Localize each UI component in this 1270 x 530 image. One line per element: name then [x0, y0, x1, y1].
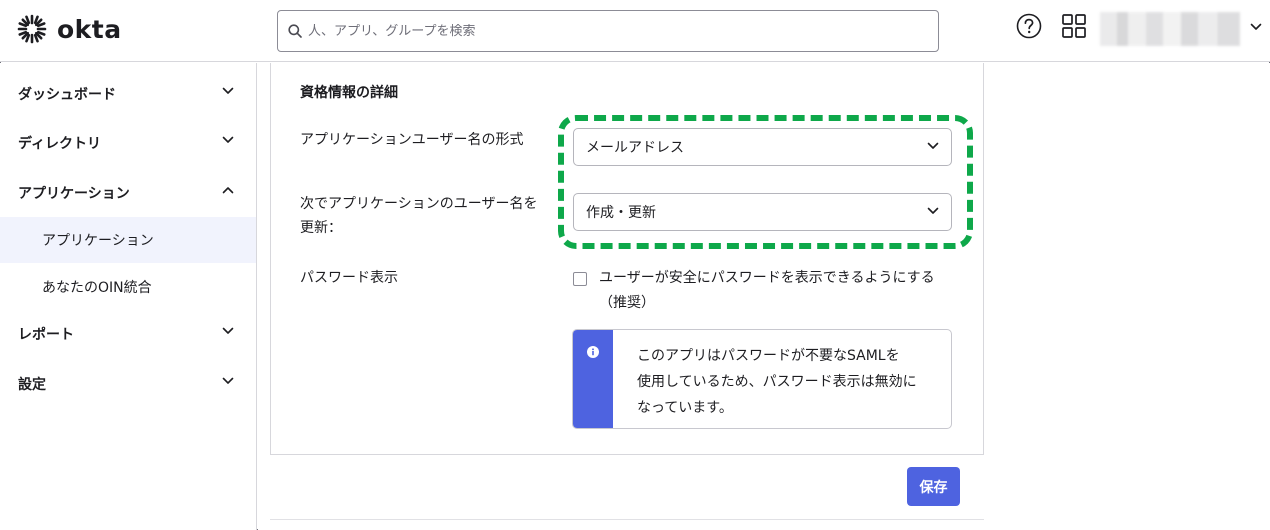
help-icon[interactable]	[1016, 13, 1042, 39]
user-menu-blurred[interactable]	[1100, 12, 1240, 46]
sidebar-item-dashboard[interactable]: ダッシュボード	[0, 71, 256, 117]
save-button[interactable]: 保存	[907, 467, 960, 506]
app-grid-icon[interactable]	[1061, 13, 1087, 39]
search-input[interactable]	[308, 23, 908, 39]
chevron-down-icon	[927, 207, 939, 214]
okta-sunburst-icon	[17, 14, 47, 44]
update-username-label: 次でアプリケーションのユーザー名を 更新：	[300, 192, 537, 240]
password-reveal-checkbox[interactable]	[573, 272, 587, 286]
chevron-down-icon	[222, 327, 234, 334]
info-icon	[587, 346, 599, 358]
search-icon	[288, 24, 302, 38]
divider	[270, 519, 984, 520]
search-box[interactable]	[277, 10, 939, 52]
sidebar-item-reports[interactable]: レポート	[0, 311, 256, 357]
sidebar-subitem-applications[interactable]: アプリケーション	[0, 217, 256, 263]
sidebar-item-label: レポート	[18, 327, 74, 343]
callout-text: このアプリはパスワードが不要なSAMLを 使用しているため、パスワード表示は無効…	[637, 343, 937, 421]
select-value: メールアドレス	[586, 140, 684, 156]
chevron-up-icon	[222, 187, 234, 194]
okta-logo[interactable]: okta	[17, 14, 122, 44]
username-format-select[interactable]: メールアドレス	[573, 128, 952, 166]
callout-line: なっています。	[637, 400, 733, 416]
username-format-label: アプリケーションユーザー名の形式	[300, 132, 524, 148]
info-callout: このアプリはパスワードが不要なSAMLを 使用しているため、パスワード表示は無効…	[572, 329, 952, 429]
label-line: 次でアプリケーションのユーザー名を	[300, 196, 538, 212]
sidebar-item-label: ディレクトリ	[18, 136, 102, 152]
password-reveal-label: パスワード表示	[300, 270, 398, 286]
sidebar-item-label: ダッシュボード	[18, 87, 116, 103]
logo-text: okta	[57, 14, 122, 44]
chevron-down-icon[interactable]	[1250, 23, 1262, 31]
callout-bar	[573, 330, 613, 428]
password-reveal-checkbox-label[interactable]: ユーザーが安全にパスワードを表示できるようにする （推奨）	[599, 266, 949, 316]
label-line: ユーザーが安全にパスワードを表示できるようにする	[599, 270, 935, 286]
callout-line: 使用しているため、パスワード表示は無効に	[637, 374, 917, 390]
update-username-select[interactable]: 作成・更新	[573, 193, 952, 231]
label-line: （推奨）	[599, 295, 655, 311]
sidebar-subitem-oin-integrations[interactable]: あなたのOIN統合	[0, 264, 256, 310]
sidebar-subitem-label: アプリケーション	[42, 233, 154, 249]
sidebar-subitem-label: あなたのOIN統合	[42, 280, 152, 296]
select-value: 作成・更新	[586, 205, 656, 221]
chevron-down-icon	[222, 377, 234, 384]
top-header: okta	[0, 0, 1270, 62]
chevron-down-icon	[222, 136, 234, 143]
sidebar-item-directory[interactable]: ディレクトリ	[0, 120, 256, 166]
chevron-down-icon	[927, 142, 939, 149]
section-title: 資格情報の詳細	[300, 85, 398, 101]
sidebar-item-settings[interactable]: 設定	[0, 361, 256, 407]
label-line: 更新：	[300, 220, 342, 236]
chevron-down-icon	[222, 87, 234, 94]
sidebar-item-label: アプリケーション	[18, 186, 130, 202]
sidebar-item-applications[interactable]: アプリケーション	[0, 170, 256, 216]
sidebar-item-label: 設定	[18, 377, 46, 393]
callout-line: このアプリはパスワードが不要なSAMLを	[637, 348, 900, 364]
